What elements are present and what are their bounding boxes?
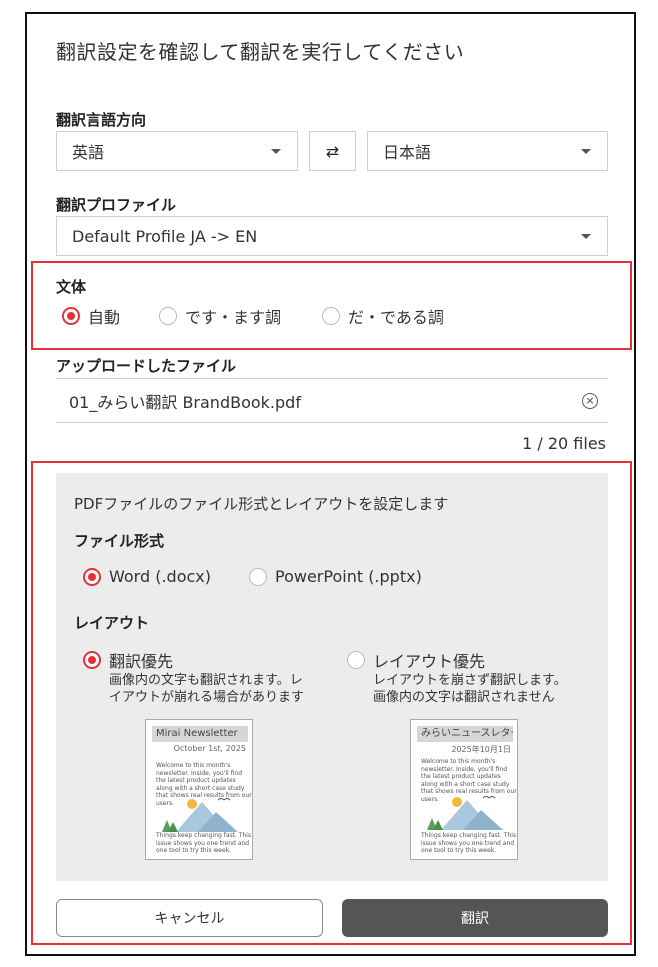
uploaded-file-name: 01_みらい翻訳 BrandBook.pdf xyxy=(69,392,301,412)
uploaded-files-label: アップロードしたファイル xyxy=(56,357,237,375)
layout-option-translation-priority[interactable]: 翻訳優先 xyxy=(83,648,173,672)
description-line: レイアウトを崩さず翻訳します。 xyxy=(373,673,567,688)
description-line: イアウトが崩れる場合があります xyxy=(109,690,305,705)
style-option-da-dearu[interactable]: だ・である調 xyxy=(322,304,444,328)
language-direction-label: 翻訳言語方向 xyxy=(56,111,147,129)
radio-unselected-icon xyxy=(347,651,365,669)
pdf-settings-heading: PDFファイルのファイル形式とレイアウトを設定します xyxy=(74,495,449,513)
target-language-select[interactable]: 日本語 xyxy=(367,131,608,171)
layout-option-layout-priority[interactable]: レイアウト優先 xyxy=(347,648,485,672)
dialog-title: 翻訳設定を確認して翻訳を実行してください xyxy=(56,40,465,64)
chevron-down-icon xyxy=(271,148,281,154)
file-format-label: ファイル形式 xyxy=(74,532,165,550)
layout-priority-preview: みらいニュースレター 2025年10月1日 Welcome to this mo… xyxy=(410,719,518,860)
preview-text: Things keep changing fast. This issue sh… xyxy=(156,832,252,854)
radio-selected-icon xyxy=(83,651,101,669)
description-line: 画像内の文字は翻訳されません xyxy=(373,690,555,705)
layout-option-description: レイアウトを崩さず翻訳します。 画像内の文字は翻訳されません xyxy=(373,672,567,706)
preview-date: 2025年10月1日 xyxy=(451,745,511,754)
uploaded-file-row: 01_みらい翻訳 BrandBook.pdf × xyxy=(56,378,608,423)
close-circle-icon[interactable]: × xyxy=(582,392,598,409)
format-option-powerpoint[interactable]: PowerPoint (.pptx) xyxy=(249,567,422,586)
translate-button[interactable]: 翻訳 xyxy=(342,899,608,937)
target-language-value: 日本語 xyxy=(383,143,432,162)
profile-label: 翻訳プロファイル xyxy=(56,196,177,214)
chevron-down-icon xyxy=(581,148,591,154)
mountain-sun-illustration xyxy=(162,798,238,832)
file-count: 1 / 20 files xyxy=(522,434,606,453)
cancel-button[interactable]: キャンセル xyxy=(56,899,323,937)
preview-date: October 1st, 2025 xyxy=(173,744,246,753)
source-language-value: 英語 xyxy=(72,143,105,162)
description-line: 画像内の文字も翻訳されます。レ xyxy=(109,673,303,688)
format-option-word[interactable]: Word (.docx) xyxy=(83,567,211,586)
layout-option-label: レイアウト優先 xyxy=(373,652,486,671)
profile-value: Default Profile JA -> EN xyxy=(72,226,258,246)
preview-title: Mirai Newsletter xyxy=(152,726,248,742)
swap-language-button[interactable]: ⇄ xyxy=(309,131,356,171)
chevron-down-icon xyxy=(581,233,591,239)
source-language-select[interactable]: 英語 xyxy=(56,131,298,171)
preview-text: Things keep changing fast. This issue sh… xyxy=(421,832,517,854)
style-option-label: だ・である調 xyxy=(348,308,444,327)
radio-unselected-icon xyxy=(322,307,340,325)
layout-label: レイアウト xyxy=(74,614,150,632)
style-option-auto[interactable]: 自動 xyxy=(62,304,120,328)
radio-unselected-icon xyxy=(249,567,267,586)
profile-select[interactable]: Default Profile JA -> EN xyxy=(56,216,608,256)
style-label: 文体 xyxy=(56,278,87,296)
preview-title: みらいニュースレター xyxy=(417,726,513,742)
style-option-label: 自動 xyxy=(88,308,121,327)
format-option-label: Word (.docx) xyxy=(109,567,211,586)
radio-selected-icon xyxy=(62,307,80,325)
translation-priority-preview: Mirai Newsletter October 1st, 2025 Welco… xyxy=(145,719,253,860)
swap-arrows-icon: ⇄ xyxy=(325,141,340,161)
layout-option-label: 翻訳優先 xyxy=(109,652,174,671)
radio-unselected-icon xyxy=(159,307,177,325)
translation-settings-dialog: 翻訳設定を確認して翻訳を実行してください 翻訳言語方向 英語 ⇄ 日本語 翻訳プ… xyxy=(25,12,636,956)
style-option-label: です・ます調 xyxy=(185,308,282,327)
mountain-sun-illustration xyxy=(427,796,503,830)
format-option-label: PowerPoint (.pptx) xyxy=(275,567,422,586)
radio-selected-icon xyxy=(83,567,101,586)
style-option-desu-masu[interactable]: です・ます調 xyxy=(159,304,281,328)
layout-option-description: 画像内の文字も翻訳されます。レ イアウトが崩れる場合があります xyxy=(109,672,304,706)
